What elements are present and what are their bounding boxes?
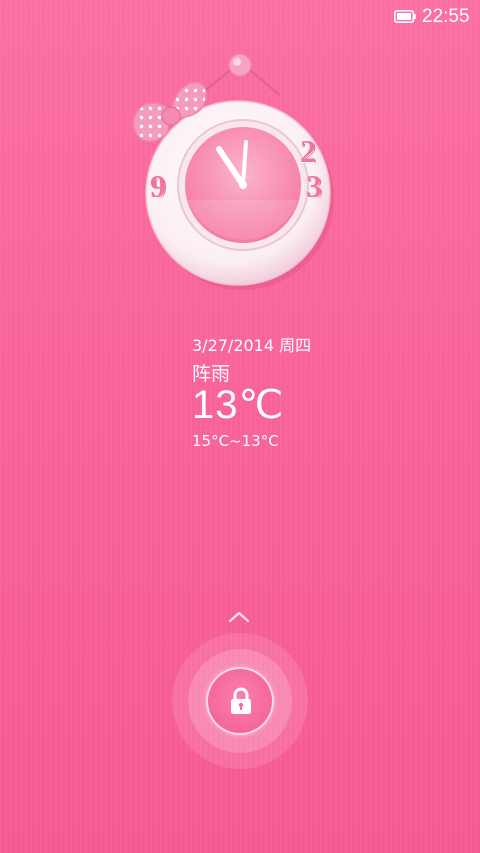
analog-clock-widget: 2 3 9 — [128, 50, 348, 290]
status-time: 22:55 — [422, 6, 470, 27]
clock-numeral-9: 9 — [150, 168, 166, 204]
battery-icon — [394, 10, 416, 23]
date-label: 3/27/2014 周四 — [192, 336, 312, 355]
clock-numeral-3: 3 — [306, 168, 322, 204]
temperature-range: 15°C~13°C — [192, 432, 279, 450]
chevron-up-icon — [228, 611, 250, 623]
lock-icon — [231, 687, 251, 714]
hanger-icon — [199, 53, 281, 96]
unlock-button[interactable] — [206, 667, 274, 735]
clock-numeral-12: 2 — [300, 133, 316, 169]
status-bar: 22:55 — [0, 0, 480, 38]
current-temperature: 13℃ — [192, 383, 285, 427]
